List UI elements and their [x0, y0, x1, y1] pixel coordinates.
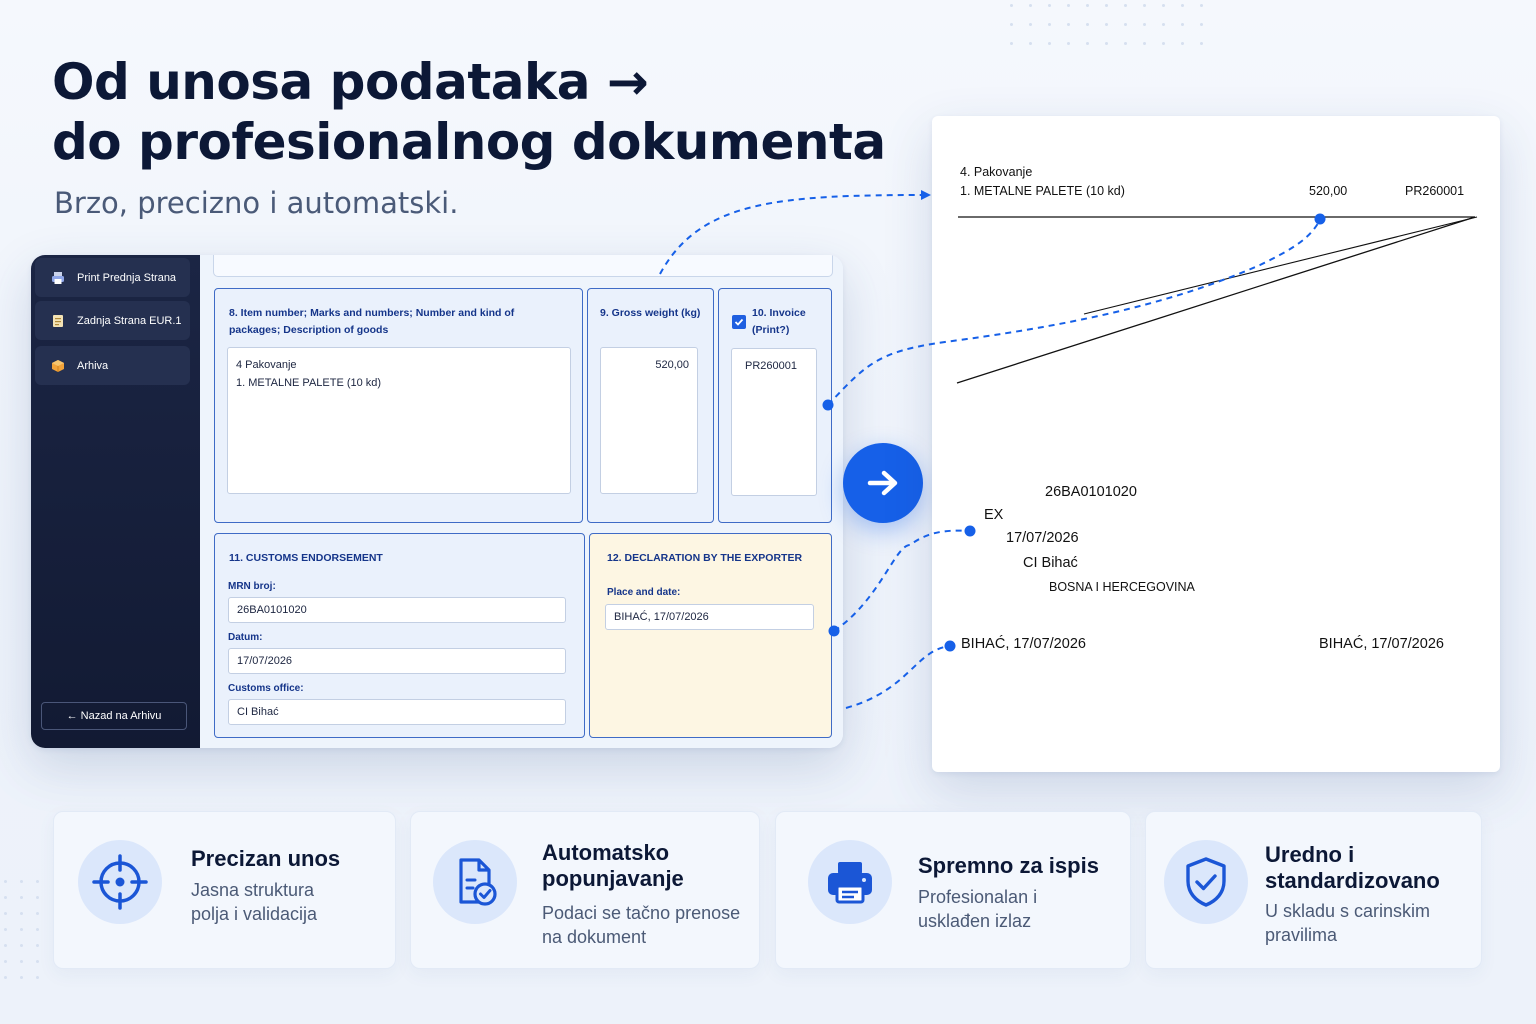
date-input[interactable]: 17/07/2026 [228, 648, 566, 674]
doc-invoice: PR260001 [1405, 184, 1465, 198]
card-description: Profesionalan i usklađen izlaz [918, 887, 1038, 931]
feature-card-precise-input: Precizan unos Jasna struktura polja i va… [53, 811, 396, 969]
arrow-right-icon [867, 470, 898, 496]
card-title: Automatsko popunjavanje [542, 840, 684, 891]
card-title: Precizan unos [191, 846, 341, 871]
feature-card-auto-fill: Automatsko popunjavanje Podaci se tačno … [410, 811, 760, 969]
checkmark-icon [734, 318, 744, 326]
form-top-strip [213, 255, 833, 277]
box-10-label: 10. Invoice (Print?) [752, 307, 806, 336]
document-icon [51, 314, 65, 328]
hero-subtitle: Brzo, precizno i automatski. [54, 186, 459, 220]
customs-office-label: Customs office: [228, 683, 304, 694]
box-9-weight: 9. Gross weight (kg) 520,00 [587, 288, 714, 523]
sidebar-item-label: Print Prednja Strana [77, 271, 177, 284]
printer-icon [828, 862, 872, 904]
sidebar-item-print-front[interactable]: Print Prednja Strana [35, 258, 190, 297]
box-12-label: 12. DECLARATION BY THE EXPORTER [607, 552, 803, 564]
sidebar-item-back-eur1[interactable]: Zadnja Strana EUR.1 [35, 301, 190, 340]
box-icon [51, 359, 65, 373]
hero-title-line-2: do profesionalnog dokumenta [52, 113, 886, 171]
place-date-input[interactable]: BIHAĆ, 17/07/2026 [605, 604, 814, 630]
box-12-declaration: 12. DECLARATION BY THE EXPORTER Place an… [589, 533, 832, 738]
box-11-customs: 11. CUSTOMS ENDORSEMENT MRN broj: 26BA01… [214, 533, 585, 738]
goods-description-textarea[interactable]: 4 Pakovanje 1. METALNE PALETE (10 kd) [227, 347, 571, 494]
sidebar-item-label: Arhiva [77, 359, 109, 372]
document-diagonal-lines [956, 216, 1478, 384]
place-date-label: Place and date: [607, 587, 681, 598]
card-title: Uredno i standardizovano [1265, 842, 1440, 893]
doc-country: BOSNA I HERCEGOVINA [1049, 580, 1195, 594]
box-10-invoice: 10. Invoice (Print?) PR260001 [718, 288, 832, 523]
decorative-dots-left [4, 880, 54, 1000]
doc-goods: 1. METALNE PALETE (10 kd) [960, 184, 1125, 198]
hero-title: Od unosa podataka → do profesionalnog do… [52, 52, 886, 172]
card-description: U skladu s carinskim pravilima [1265, 901, 1431, 945]
customs-office-input[interactable]: CI Bihać [228, 699, 566, 725]
sidebar-item-archive[interactable]: Arhiva [35, 346, 190, 385]
form-area: 8. Item number; Marks and numbers; Numbe… [200, 255, 843, 748]
feature-card-print-ready: Spremno za ispis Profesionalan i usklađe… [775, 811, 1131, 969]
hero-title-line-1: Od unosa podataka → [52, 53, 649, 111]
invoice-print-checkbox[interactable] [732, 315, 746, 329]
document-check-icon [459, 858, 497, 906]
doc-weight: 520,00 [1309, 184, 1348, 198]
box-8-goods: 8. Item number; Marks and numbers; Numbe… [214, 288, 583, 523]
back-to-archive-button[interactable]: ← Nazad na Arhivu [41, 702, 187, 730]
decorative-dots-top [1010, 4, 1230, 48]
printed-document: 4. Pakovanje 1. METALNE PALETE (10 kd) 5… [932, 116, 1500, 772]
printer-icon [51, 271, 65, 285]
invoice-number-input[interactable]: PR260001 [731, 348, 817, 496]
doc-office: CI Bihać [1023, 555, 1078, 571]
app-window: Print Prednja Strana Zadnja Strana EUR.1… [31, 255, 843, 748]
shield-check-icon [1186, 857, 1226, 907]
card-description: Jasna struktura polja i validacija [191, 880, 318, 924]
box-9-label: 9. Gross weight (kg) [600, 307, 701, 319]
card-description: Podaci se tačno prenose na dokument [542, 903, 741, 947]
doc-ex: EX [984, 507, 1004, 523]
doc-place-right: BIHAĆ, 17/07/2026 [1319, 636, 1444, 652]
card-title: Spremno za ispis [918, 853, 1099, 878]
sidebar: Print Prednja Strana Zadnja Strana EUR.1… [31, 255, 200, 748]
box-8-label: 8. Item number; Marks and numbers; Numbe… [229, 307, 515, 336]
transfer-arrow-button[interactable] [843, 443, 923, 523]
mrn-input[interactable]: 26BA0101020 [228, 597, 566, 623]
sidebar-item-label: Zadnja Strana EUR.1 [77, 314, 182, 327]
doc-date: 17/07/2026 [1006, 530, 1079, 546]
doc-packaging: 4. Pakovanje [960, 165, 1033, 179]
box-11-label: 11. CUSTOMS ENDORSEMENT [229, 552, 383, 564]
date-label: Datum: [228, 632, 263, 643]
feature-card-standardized: Uredno i standardizovano U skladu s cari… [1145, 811, 1482, 969]
doc-mrn: 26BA0101020 [1045, 484, 1137, 500]
mrn-label: MRN broj: [228, 581, 276, 592]
gross-weight-input[interactable]: 520,00 [600, 347, 698, 494]
doc-place-left: BIHAĆ, 17/07/2026 [961, 636, 1086, 652]
crosshair-icon [92, 854, 148, 910]
